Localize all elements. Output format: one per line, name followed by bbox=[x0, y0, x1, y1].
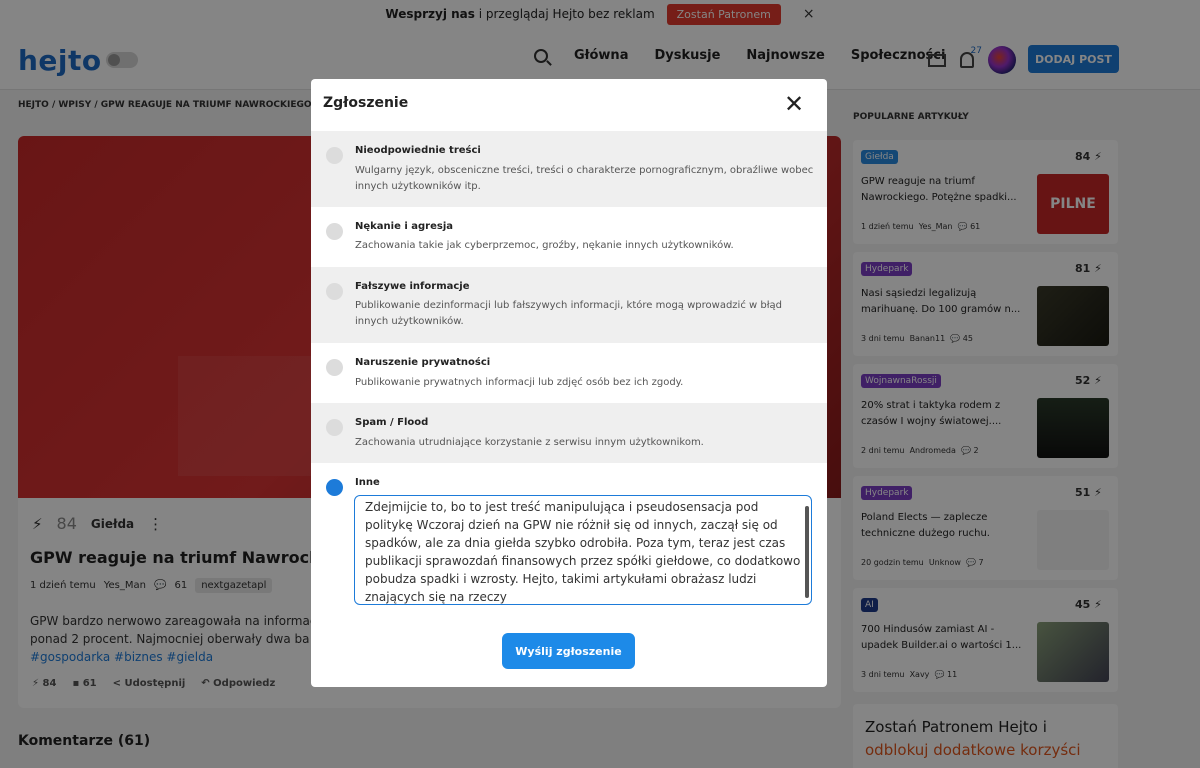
option-title: Nieodpowiednie treści bbox=[355, 145, 481, 156]
option-title: Spam / Flood bbox=[355, 417, 429, 428]
submit-report-button[interactable]: Wyślij zgłoszenie bbox=[502, 633, 635, 669]
option-description: Zachowania utrudniające korzystanie z se… bbox=[355, 437, 704, 448]
report-option-inappropriate[interactable]: Nieodpowiednie treści Wulgarny język, ob… bbox=[311, 131, 827, 207]
option-title: Naruszenie prywatności bbox=[355, 357, 491, 368]
modal-title: Zgłoszenie bbox=[323, 95, 409, 111]
option-title: Nękanie i agresja bbox=[355, 221, 454, 232]
report-option-spam[interactable]: Spam / Flood Zachowania utrudniające kor… bbox=[311, 403, 827, 463]
option-description: Publikowanie prywatnych informacji lub z… bbox=[355, 377, 684, 388]
radio-button[interactable] bbox=[326, 283, 343, 300]
close-icon[interactable]: ✕ bbox=[781, 91, 807, 117]
textarea-value: Zdejmijcie to, bo to jest treść manipulu… bbox=[365, 500, 805, 604]
radio-button[interactable] bbox=[326, 419, 343, 436]
report-reason-textarea[interactable]: Zdejmijcie to, bo to jest treść manipulu… bbox=[354, 495, 812, 605]
option-title: Inne bbox=[355, 477, 380, 488]
report-option-privacy[interactable]: Naruszenie prywatności Publikowanie pryw… bbox=[311, 343, 827, 403]
option-description: Wulgarny język, obsceniczne treści, treś… bbox=[355, 165, 814, 192]
radio-button[interactable] bbox=[326, 223, 343, 240]
option-title: Fałszywe informacje bbox=[355, 281, 470, 292]
radio-button[interactable] bbox=[326, 359, 343, 376]
radio-button[interactable] bbox=[326, 147, 343, 164]
textarea-scrollbar[interactable] bbox=[805, 506, 809, 598]
option-description: Zachowania takie jak cyberprzemoc, groźb… bbox=[355, 240, 734, 251]
option-description: Publikowanie dezinformacji lub fałszywyc… bbox=[355, 300, 783, 327]
report-option-harassment[interactable]: Nękanie i agresja Zachowania takie jak c… bbox=[311, 207, 827, 267]
radio-button-selected[interactable] bbox=[326, 479, 343, 496]
report-modal: Zgłoszenie ✕ Nieodpowiednie treści Wulga… bbox=[311, 79, 827, 687]
report-option-fake-news[interactable]: Fałszywe informacje Publikowanie dezinfo… bbox=[311, 267, 827, 343]
